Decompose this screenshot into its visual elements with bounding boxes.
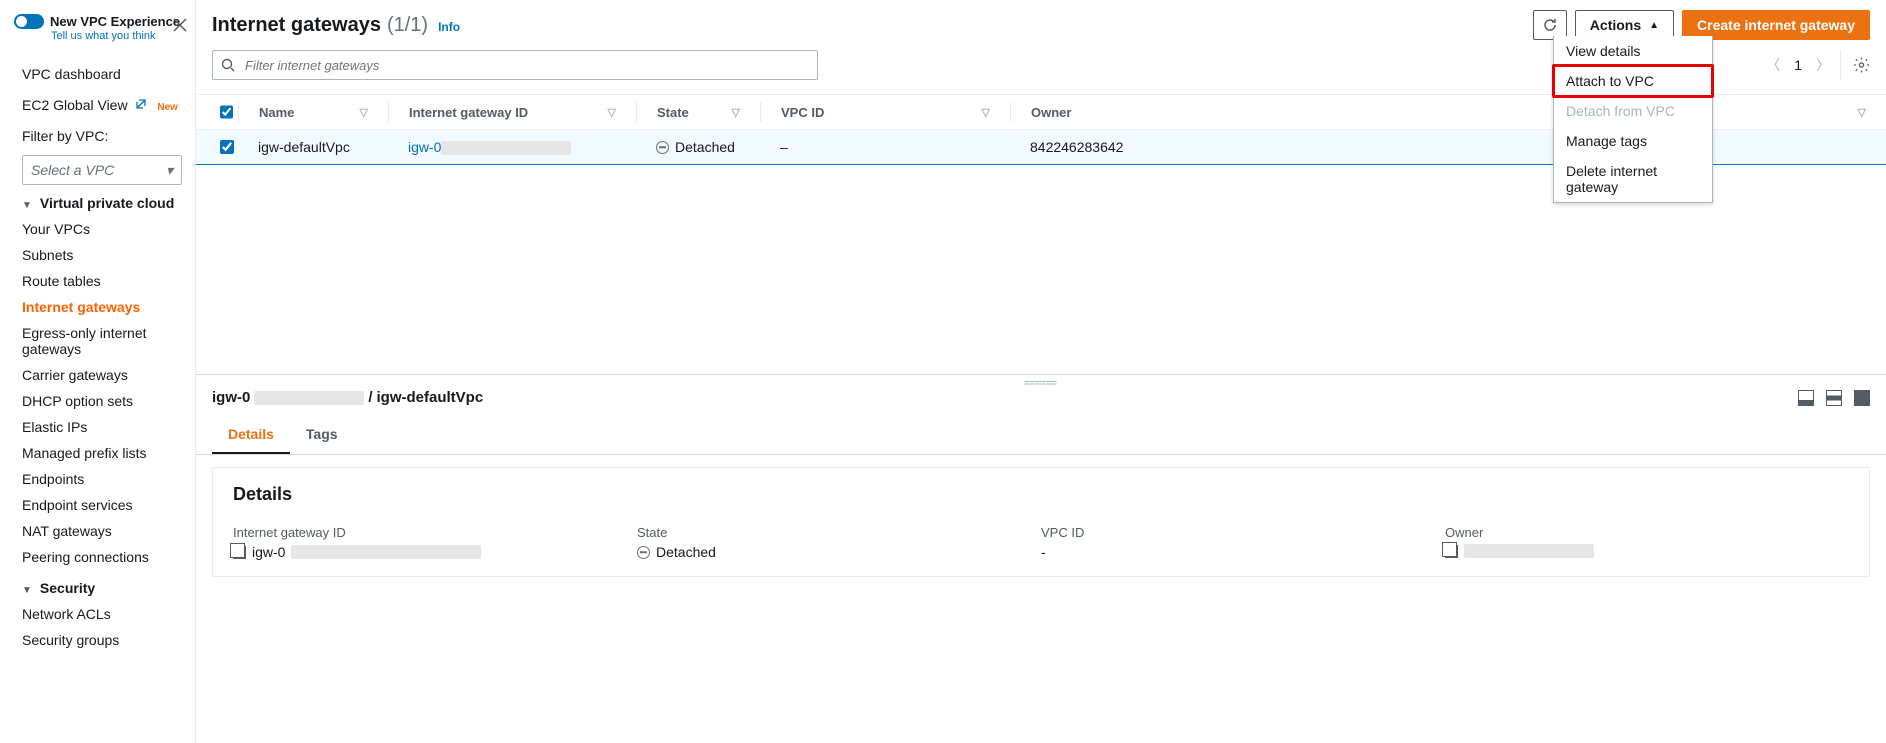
close-icon[interactable] (173, 18, 187, 35)
nav-endpoints[interactable]: Endpoints (22, 466, 185, 492)
pager: 〈 1 〉 (1766, 55, 1830, 75)
nav-egress-only[interactable]: Egress-only internet gateways (22, 320, 185, 362)
copy-icon[interactable] (1445, 545, 1458, 558)
row-state: Detached (656, 139, 740, 155)
detached-state-icon (637, 546, 650, 559)
details-card: Details Internet gateway ID igw-0 State … (212, 467, 1870, 577)
actions-menu: View details Attach to VPC Detach from V… (1553, 36, 1713, 203)
row-name: igw-defaultVpc (238, 139, 388, 155)
col-vpc-id[interactable]: VPC ID▽ (760, 102, 1010, 122)
info-link[interactable]: Info (438, 20, 460, 34)
filter-by-vpc-label: Filter by VPC: (22, 118, 185, 149)
nav-nat-gateways[interactable]: NAT gateways (22, 518, 185, 544)
layout-full-icon[interactable] (1854, 390, 1870, 406)
col-owner[interactable]: Owner▽ (1010, 102, 1886, 122)
sort-icon: ▽ (360, 106, 368, 119)
tab-tags[interactable]: Tags (290, 416, 354, 454)
row-checkbox[interactable] (220, 140, 234, 154)
layout-bottom-icon[interactable] (1798, 390, 1814, 406)
page-title: Internet gateways (1/1) Info (212, 14, 460, 37)
detail-breadcrumb: igw-0 / igw-defaultVpc (212, 389, 483, 406)
filter-vpc-select[interactable]: Select a VPC ▾ (22, 155, 182, 185)
nav-your-vpcs[interactable]: Your VPCs (22, 216, 185, 242)
action-detach-from-vpc: Detach from VPC (1554, 96, 1712, 126)
nav-ec2-global-view[interactable]: EC2 Global View New (22, 87, 185, 118)
nav-internet-gateways[interactable]: Internet gateways (22, 294, 185, 320)
row-owner: 842246283642 (1010, 139, 1886, 155)
nav-peering-connections[interactable]: Peering connections (22, 544, 185, 570)
new-experience-label: New VPC Experience (50, 14, 180, 29)
nav-network-acls[interactable]: Network ACLs (22, 601, 185, 627)
caret-down-icon (22, 195, 34, 211)
nav-managed-prefix-lists[interactable]: Managed prefix lists (22, 440, 185, 466)
chevron-down-icon: ▾ (166, 162, 173, 179)
field-vpc-id-value: - (1041, 544, 1445, 560)
sort-icon: ▽ (1858, 106, 1866, 119)
sidebar: New VPC Experience Tell us what you thin… (0, 0, 196, 743)
nav-subnets[interactable]: Subnets (22, 242, 185, 268)
section-virtual-private-cloud[interactable]: Virtual private cloud (22, 185, 185, 216)
new-badge: New (157, 102, 178, 113)
nav-security-groups[interactable]: Security groups (22, 627, 185, 653)
search-input[interactable] (243, 57, 809, 74)
field-state-label: State (637, 525, 1041, 540)
caret-down-icon (22, 580, 34, 596)
col-state[interactable]: State▽ (636, 102, 760, 122)
sort-icon: ▽ (608, 106, 616, 119)
sort-icon: ▽ (732, 106, 740, 119)
tab-details[interactable]: Details (212, 416, 290, 454)
action-attach-to-vpc[interactable]: Attach to VPC (1554, 66, 1712, 96)
nav-elastic-ips[interactable]: Elastic IPs (22, 414, 185, 440)
field-vpc-id-label: VPC ID (1041, 525, 1445, 540)
external-link-icon (135, 97, 151, 113)
nav-endpoint-services[interactable]: Endpoint services (22, 492, 185, 518)
result-count: (1/1) (387, 14, 428, 37)
detail-tabs: Details Tags (196, 416, 1886, 455)
section-security[interactable]: Security (22, 570, 185, 601)
refresh-icon (1542, 17, 1558, 33)
field-state-value: Detached (637, 544, 1041, 560)
caret-up-icon: ▲ (1649, 20, 1659, 31)
field-igw-id-value: igw-0 (233, 544, 637, 560)
nav-dhcp-option-sets[interactable]: DHCP option sets (22, 388, 185, 414)
details-card-title: Details (233, 484, 1849, 505)
page-number: 1 (1794, 57, 1802, 73)
nav-carrier-gateways[interactable]: Carrier gateways (22, 362, 185, 388)
page-prev-icon[interactable]: 〈 (1766, 55, 1780, 75)
action-view-details[interactable]: View details (1554, 36, 1712, 66)
detached-state-icon (656, 141, 669, 154)
action-delete[interactable]: Delete internet gateway (1554, 156, 1712, 202)
col-name[interactable]: Name▽ (238, 102, 388, 122)
nav-route-tables[interactable]: Route tables (22, 268, 185, 294)
page-next-icon[interactable]: 〉 (1816, 55, 1830, 75)
layout-split-icon[interactable] (1826, 390, 1842, 406)
settings-button[interactable] (1840, 50, 1870, 80)
col-igw-id[interactable]: Internet gateway ID▽ (388, 102, 636, 122)
new-experience-toggle[interactable] (14, 14, 44, 29)
sort-icon: ▽ (982, 106, 990, 119)
field-igw-id-label: Internet gateway ID (233, 525, 637, 540)
field-owner-label: Owner (1445, 525, 1849, 540)
new-experience-sublink[interactable]: Tell us what you think (51, 30, 185, 42)
row-igw-id[interactable]: igw-0 (388, 139, 636, 155)
search-box[interactable] (212, 50, 818, 80)
field-owner-value (1445, 544, 1849, 558)
search-icon (221, 58, 235, 72)
row-vpc-id: – (760, 139, 1010, 155)
split-handle[interactable]: ═══ (196, 375, 1886, 389)
select-all-checkbox[interactable] (220, 105, 233, 119)
nav-vpc-dashboard[interactable]: VPC dashboard (22, 56, 185, 87)
gear-icon (1853, 56, 1870, 74)
copy-icon[interactable] (233, 546, 246, 559)
action-manage-tags[interactable]: Manage tags (1554, 126, 1712, 156)
